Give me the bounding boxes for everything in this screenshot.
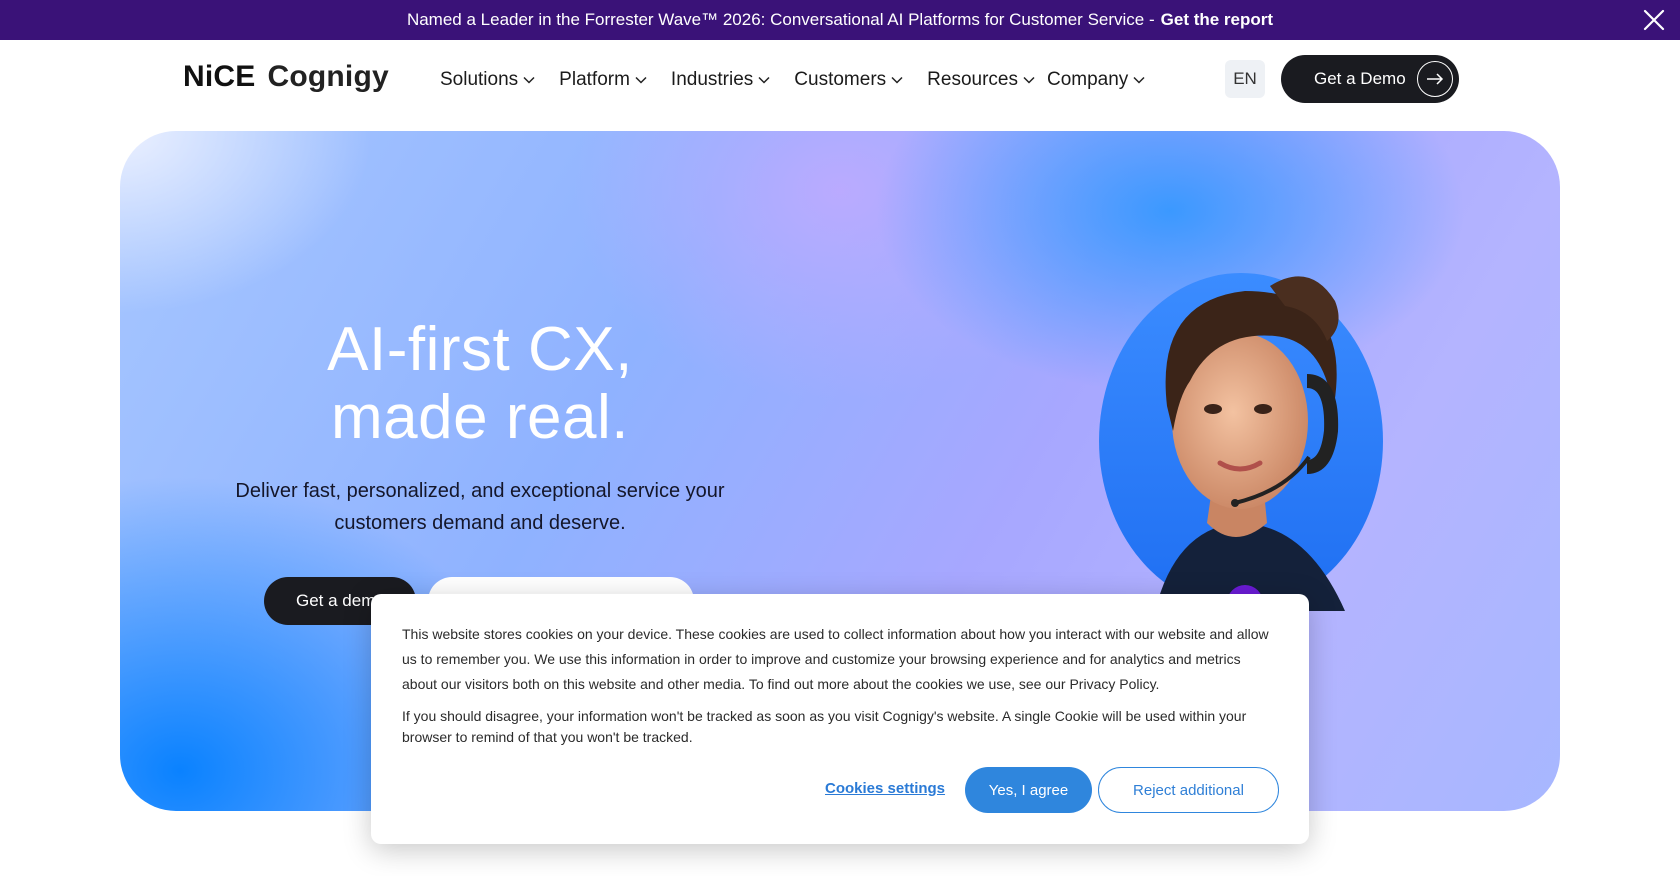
announcement-close-button[interactable]	[1640, 6, 1668, 34]
close-icon	[1643, 9, 1665, 31]
nav-label: Solutions	[440, 69, 519, 90]
chevron-down-icon	[758, 76, 770, 84]
nav-label: Customers	[794, 69, 887, 90]
chevron-down-icon	[1133, 76, 1145, 84]
arrow-right-icon	[1417, 61, 1453, 97]
nav-item-solutions[interactable]: Solutions	[440, 69, 535, 91]
get-a-demo-button[interactable]: Get a Demo	[1281, 55, 1459, 103]
hero-get-demo-label: Get a dem	[296, 591, 376, 610]
accept-cookies-button[interactable]: Yes, I agree	[965, 767, 1092, 813]
demo-button-label: Get a Demo	[1314, 69, 1406, 88]
announcement-bar: Named a Leader in the Forrester Wave™ 20…	[0, 0, 1680, 40]
nav-item-company[interactable]: Company	[1047, 69, 1145, 91]
cookie-text-secondary: If you should disagree, your information…	[402, 708, 1247, 745]
announcement-message: Named a Leader in the Forrester Wave™ 20…	[406, 10, 1155, 29]
language-selector[interactable]: EN	[1225, 60, 1265, 98]
nav-label: Resources	[927, 69, 1018, 90]
hero-title-line2: made real.	[331, 383, 629, 452]
nav-item-resources[interactable]: Resources	[927, 69, 1035, 91]
nav-item-customers[interactable]: Customers	[794, 69, 903, 91]
get-report-link[interactable]: Get the report	[1161, 10, 1273, 30]
chevron-down-icon	[523, 76, 535, 84]
nav-item-platform[interactable]: Platform	[559, 69, 647, 91]
nav-label: Industries	[670, 69, 754, 90]
reject-cookies-button[interactable]: Reject additional	[1098, 767, 1279, 813]
nav-label: Platform	[559, 69, 630, 90]
cookie-text-primary: This website stores cookies on your devi…	[402, 626, 1269, 692]
logo-brand-nice: NiCE	[183, 60, 256, 93]
hero-subtitle: Deliver fast, personalized, and exceptio…	[235, 480, 725, 534]
hero-title-line1: AI-first CX,	[327, 315, 633, 384]
nav-label: Company	[1046, 69, 1129, 90]
nice-cognigy-logo[interactable]: NiCE Cognigy	[183, 60, 389, 100]
chevron-down-icon	[635, 76, 647, 84]
chevron-down-icon	[1023, 76, 1035, 84]
main-nav: Solutions Platform Industries Customers …	[440, 64, 1169, 96]
cookie-consent-dialog: This website stores cookies on your devi…	[371, 594, 1309, 844]
site-header: NiCE Cognigy Solutions Platform Industri…	[0, 40, 1680, 120]
cookie-actions: Cookies settings Yes, I agree Reject add…	[371, 767, 1309, 813]
logo-brand-cognigy: Cognigy	[267, 60, 389, 93]
cookies-settings-link[interactable]: Cookies settings	[825, 780, 945, 797]
chevron-down-icon	[891, 76, 903, 84]
agent-illustration	[1099, 273, 1383, 611]
hero-title: AI-first CX, made real.	[120, 316, 840, 452]
nav-item-industries[interactable]: Industries	[671, 69, 770, 91]
